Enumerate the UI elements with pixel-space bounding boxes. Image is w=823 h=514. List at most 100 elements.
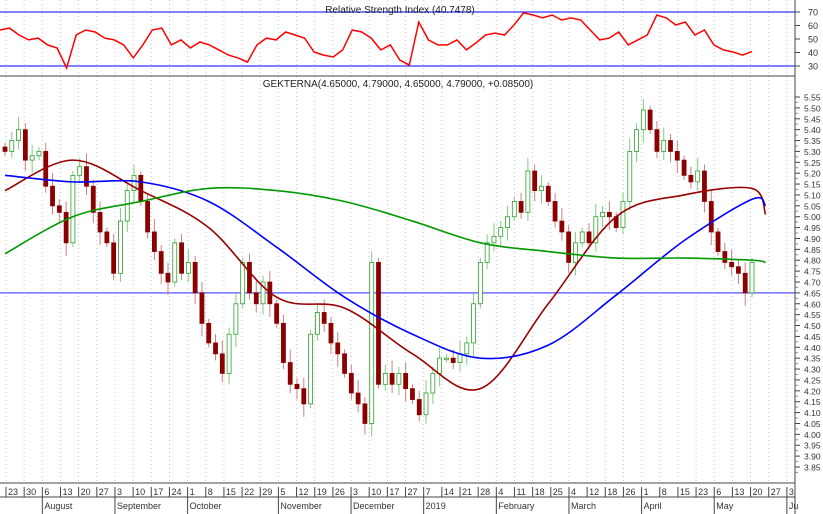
candle [124,184,130,232]
candle [382,364,388,391]
candle-body-down [165,272,171,283]
price-tick-label: 5.30 [804,147,821,157]
candle [579,227,585,248]
week-label: 18 [607,487,617,497]
price-tick-label: 5.00 [804,212,821,222]
candle-body-down [606,211,612,218]
candle-body-down [281,322,286,363]
week-label: 3 [117,487,122,497]
candle-body-down [104,231,110,244]
candle [281,314,286,370]
candle [50,173,55,215]
week-label: 6 [44,487,49,497]
candle-body-up [308,333,313,405]
candle [545,181,551,206]
week-label: 17 [389,487,399,497]
price-tick-label: 5.50 [804,103,821,113]
week-label: 6 [716,487,721,497]
candle-body-down [742,272,748,294]
candle-body-down [342,353,347,374]
price-tick-label: 4.10 [804,408,821,418]
candle-body-up [314,312,320,335]
candle [702,164,707,213]
candle-body-up [579,231,585,244]
rsi-tick-label: 70 [808,8,818,18]
candle-body-down [247,262,252,294]
candle [722,242,728,269]
candle-body-up [600,211,605,218]
month-label: February [498,501,535,511]
candle [22,123,28,171]
candle [484,234,490,269]
price-tick-label: 4.40 [804,343,821,353]
week-label: 26 [335,487,345,497]
candle [674,140,680,174]
week-label: 20 [753,487,763,497]
rsi-line [0,12,753,71]
candle-body-down [145,201,151,233]
week-label: 8 [662,487,667,497]
candle-body-up [185,262,191,274]
candle [498,221,504,248]
price-panel [0,99,795,437]
candle-body-down [559,220,565,233]
week-label: 4 [571,487,576,497]
week-label: 26 [625,487,635,497]
candle [437,347,443,387]
candle-body-down [138,174,144,202]
month-label: November [280,501,322,511]
candle [416,390,422,422]
gridlines [5,0,788,483]
price-tick-label: 5.25 [804,158,821,168]
candle [430,366,436,404]
candle [661,127,667,161]
week-label: 3 [353,487,358,497]
candle-body-down [50,185,55,207]
candle [274,299,280,328]
candle-body-up [511,201,517,218]
candle-body-down [97,211,103,233]
rsi-tick-label: 40 [808,48,818,58]
candle [695,157,701,191]
price-tick-label: 4.00 [804,430,821,440]
candle [158,245,164,285]
price-tick-label: 4.80 [804,256,821,266]
candle-body-up [396,373,402,385]
candle-body-down [321,312,327,324]
price-tick-label: 4.50 [804,321,821,331]
candle [328,316,334,354]
candle-body-up [172,242,178,283]
price-tick-label: 4.45 [804,332,821,342]
candle-body-down [668,140,673,152]
week-label: 30 [26,487,36,497]
price-tick-label: 4.30 [804,365,821,375]
candle-body-down [301,388,307,405]
candle-body-up [471,303,476,344]
candle [253,279,259,313]
price-tick-label: 4.95 [804,223,821,233]
price-tick-label: 4.60 [804,299,821,309]
candle-body-down [681,159,687,176]
candle [308,329,313,409]
week-label: 3 [789,487,794,497]
candle [668,134,673,163]
candle-body-down [22,129,28,161]
candle [9,131,15,158]
candle-body-up [70,174,76,244]
week-label: 29 [262,487,272,497]
candle [56,199,62,224]
week-label: 10 [135,487,145,497]
week-label: 20 [81,487,91,497]
candle [247,253,252,300]
moving-average-ma20 [4,159,767,391]
price-tick-label: 4.90 [804,234,821,244]
candle [410,384,415,404]
candle-body-down [56,205,62,213]
candle-body-down [518,201,524,213]
candle-body-up [240,262,246,305]
price-tick-label: 4.55 [804,310,821,320]
price-tick-label: 3.95 [804,441,821,451]
candle [63,201,69,256]
price-tick-label: 5.55 [804,93,821,103]
candle-body-down [389,373,395,385]
